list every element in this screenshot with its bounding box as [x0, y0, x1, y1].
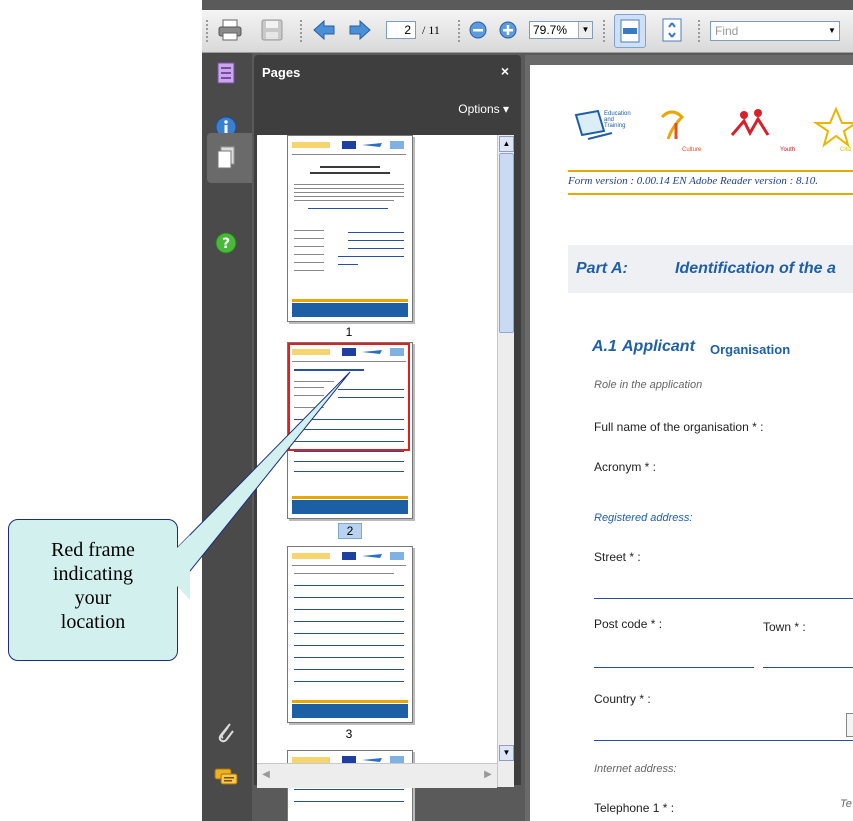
callout-text: Red frame indicating your location: [51, 539, 135, 633]
callout-pointer-join: [177, 535, 190, 600]
